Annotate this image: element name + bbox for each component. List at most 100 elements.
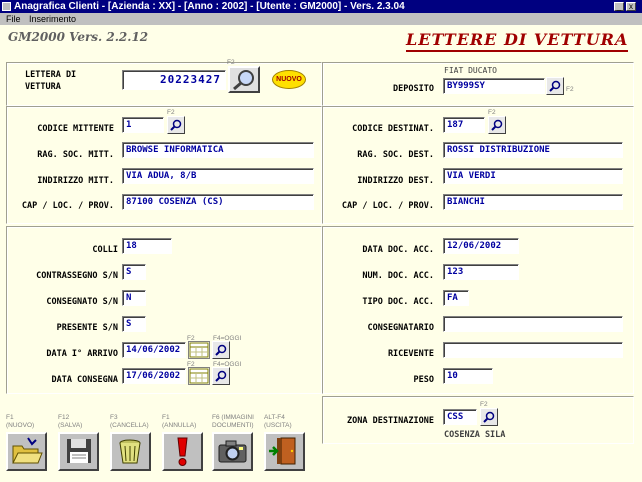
magnifier-icon xyxy=(233,70,254,91)
search-icon xyxy=(483,411,495,423)
peso-field[interactable]: 10 xyxy=(443,368,493,384)
page-title: LETTERE DI VETTURA xyxy=(406,30,629,52)
data-doc-label: DATA DOC. ACC. xyxy=(362,245,434,255)
consegnatario-label: CONSEGNATARIO xyxy=(367,323,434,333)
consegnato-field[interactable]: N xyxy=(122,290,146,306)
search-icon xyxy=(215,370,227,382)
lettera-f2-hint: F2 xyxy=(227,59,235,66)
zona-f2-hint: F2 xyxy=(480,401,488,408)
minimize-button[interactable]: _ xyxy=(614,2,624,11)
nuovo-button[interactable]: NUOVO xyxy=(272,70,306,89)
data-arrivo-field[interactable]: 14/06/2002 xyxy=(122,342,186,358)
lettera-field[interactable]: 20223427 xyxy=(122,70,226,90)
data-arrivo-calendar-button[interactable] xyxy=(188,341,210,359)
search-icon xyxy=(549,80,561,92)
ricevente-field[interactable] xyxy=(443,342,623,358)
close-button[interactable]: x xyxy=(626,2,636,11)
rag-soc-mitt-label: RAG. SOC. MITT. xyxy=(37,150,114,160)
rag-soc-mitt-field[interactable]: BROWSE INFORMATICA xyxy=(122,142,314,158)
camera-icon xyxy=(218,440,247,463)
menu-file[interactable]: File xyxy=(6,14,21,24)
uscita-key-hint: ALT-F4 (USCITA) xyxy=(264,414,292,429)
data-arrivo-label: DATA I° ARRIVO xyxy=(46,349,118,359)
indirizzo-dest-label: INDIRIZZO DEST. xyxy=(357,176,434,186)
zona-description: COSENZA SILA xyxy=(444,430,506,440)
app-icon xyxy=(2,2,11,11)
deposito-f2-hint: F2 xyxy=(566,86,574,93)
deposito-lookup-button[interactable] xyxy=(546,77,564,95)
folder-open-icon xyxy=(12,437,43,464)
num-doc-field[interactable]: 123 xyxy=(443,264,519,280)
salva-key-hint: F12 (SALVA) xyxy=(58,414,83,429)
colli-field[interactable]: 18 xyxy=(122,238,172,254)
data-consegna-calendar-button[interactable] xyxy=(188,367,210,385)
zona-field[interactable]: CSS xyxy=(443,409,477,425)
floppy-disk-icon xyxy=(67,439,91,463)
colli-label: COLLI xyxy=(92,245,118,255)
zona-lookup-button[interactable] xyxy=(480,408,498,426)
rag-soc-dest-field[interactable]: ROSSI DISTRIBUZIONE xyxy=(443,142,623,158)
indirizzo-dest-field[interactable]: VIA VERDI xyxy=(443,168,623,184)
menu-bar: File Inserimento xyxy=(0,13,642,25)
presente-label: PRESENTE S/N xyxy=(56,323,118,333)
codice-mittente-f2-hint: F2 xyxy=(167,109,175,116)
salva-toolbar-button[interactable] xyxy=(58,432,99,471)
search-icon xyxy=(215,344,227,356)
num-doc-label: NUM. DOC. ACC. xyxy=(362,271,434,281)
uscita-toolbar-button[interactable] xyxy=(264,432,305,471)
window-title: Anagrafica Clienti - [Azienda : XX] - [A… xyxy=(14,1,405,12)
tipo-doc-field[interactable]: FA xyxy=(443,290,469,306)
app-version: GM2000 Vers. 2.2.12 xyxy=(8,30,149,44)
window-title-bar: Anagrafica Clienti - [Azienda : XX] - [A… xyxy=(0,0,642,13)
calendar-icon xyxy=(189,368,209,384)
codice-mittente-lookup-button[interactable] xyxy=(167,116,185,134)
cap-dest-field[interactable]: BIANCHI xyxy=(443,194,623,210)
cap-mitt-field[interactable]: 87100 COSENZA (CS) xyxy=(122,194,314,210)
immagini-key-hint: F6 (IMMAGINI DOCUMENTI) xyxy=(212,414,254,429)
rag-soc-dest-label: RAG. SOC. DEST. xyxy=(357,150,434,160)
codice-destinat-label: CODICE DESTINAT. xyxy=(352,124,434,134)
codice-mittente-field[interactable]: 1 xyxy=(122,117,164,133)
deposito-field[interactable]: BY999SY xyxy=(443,78,545,94)
deposito-label: DEPOSITO xyxy=(393,84,434,94)
search-icon xyxy=(491,119,503,131)
data-arrivo-today-button[interactable] xyxy=(212,341,230,359)
indirizzo-mitt-label: INDIRIZZO MITT. xyxy=(37,176,114,186)
codice-mittente-label: CODICE MITTENTE xyxy=(37,124,114,134)
annulla-key-hint: F1 (ANNULLA) xyxy=(162,414,197,429)
tipo-doc-label: TIPO DOC. ACC. xyxy=(362,297,434,307)
cancella-toolbar-button[interactable] xyxy=(110,432,151,471)
cancella-key-hint: F3 (CANCELLA) xyxy=(110,414,149,429)
contrassegno-label: CONTRASSEGNO S/N xyxy=(36,271,118,281)
codice-destinat-lookup-button[interactable] xyxy=(488,116,506,134)
trash-bin-icon xyxy=(119,439,141,464)
lettera-search-button[interactable] xyxy=(228,66,260,93)
consegnatario-field[interactable] xyxy=(443,316,623,332)
indirizzo-mitt-field[interactable]: VIA ADUA, 8/B xyxy=(122,168,314,184)
calendar-icon xyxy=(189,342,209,358)
annulla-toolbar-button[interactable] xyxy=(162,432,203,471)
exit-door-icon xyxy=(269,437,296,465)
presente-field[interactable]: S xyxy=(122,316,146,332)
peso-label: PESO xyxy=(413,375,434,385)
nuovo-toolbar-button[interactable] xyxy=(6,432,47,471)
cap-dest-label: CAP / LOC. / PROV. xyxy=(341,201,434,211)
immagini-toolbar-button[interactable] xyxy=(212,432,253,471)
zona-label: ZONA DESTINAZIONE xyxy=(347,416,434,426)
data-consegna-today-button[interactable] xyxy=(212,367,230,385)
exclamation-icon xyxy=(177,437,188,466)
consegnato-label: CONSEGNATO S/N xyxy=(46,297,118,307)
vehicle-name: FIAT DUCATO xyxy=(444,66,497,75)
menu-inserimento[interactable]: Inserimento xyxy=(29,14,76,24)
data-doc-field[interactable]: 12/06/2002 xyxy=(443,238,519,254)
search-icon xyxy=(170,119,182,131)
data-consegna-label: DATA CONSEGNA xyxy=(51,375,118,385)
ricevente-label: RICEVENTE xyxy=(387,349,434,359)
cap-mitt-label: CAP / LOC. / PROV. xyxy=(21,201,114,211)
data-consegna-field[interactable]: 17/06/2002 xyxy=(122,368,186,384)
codice-destinat-f2-hint: F2 xyxy=(488,109,496,116)
nuovo-key-hint: F1 (NUOVO) xyxy=(6,414,35,429)
lettera-label: LETTERA DI VETTURA xyxy=(25,70,77,92)
codice-destinat-field[interactable]: 187 xyxy=(443,117,485,133)
contrassegno-field[interactable]: S xyxy=(122,264,146,280)
